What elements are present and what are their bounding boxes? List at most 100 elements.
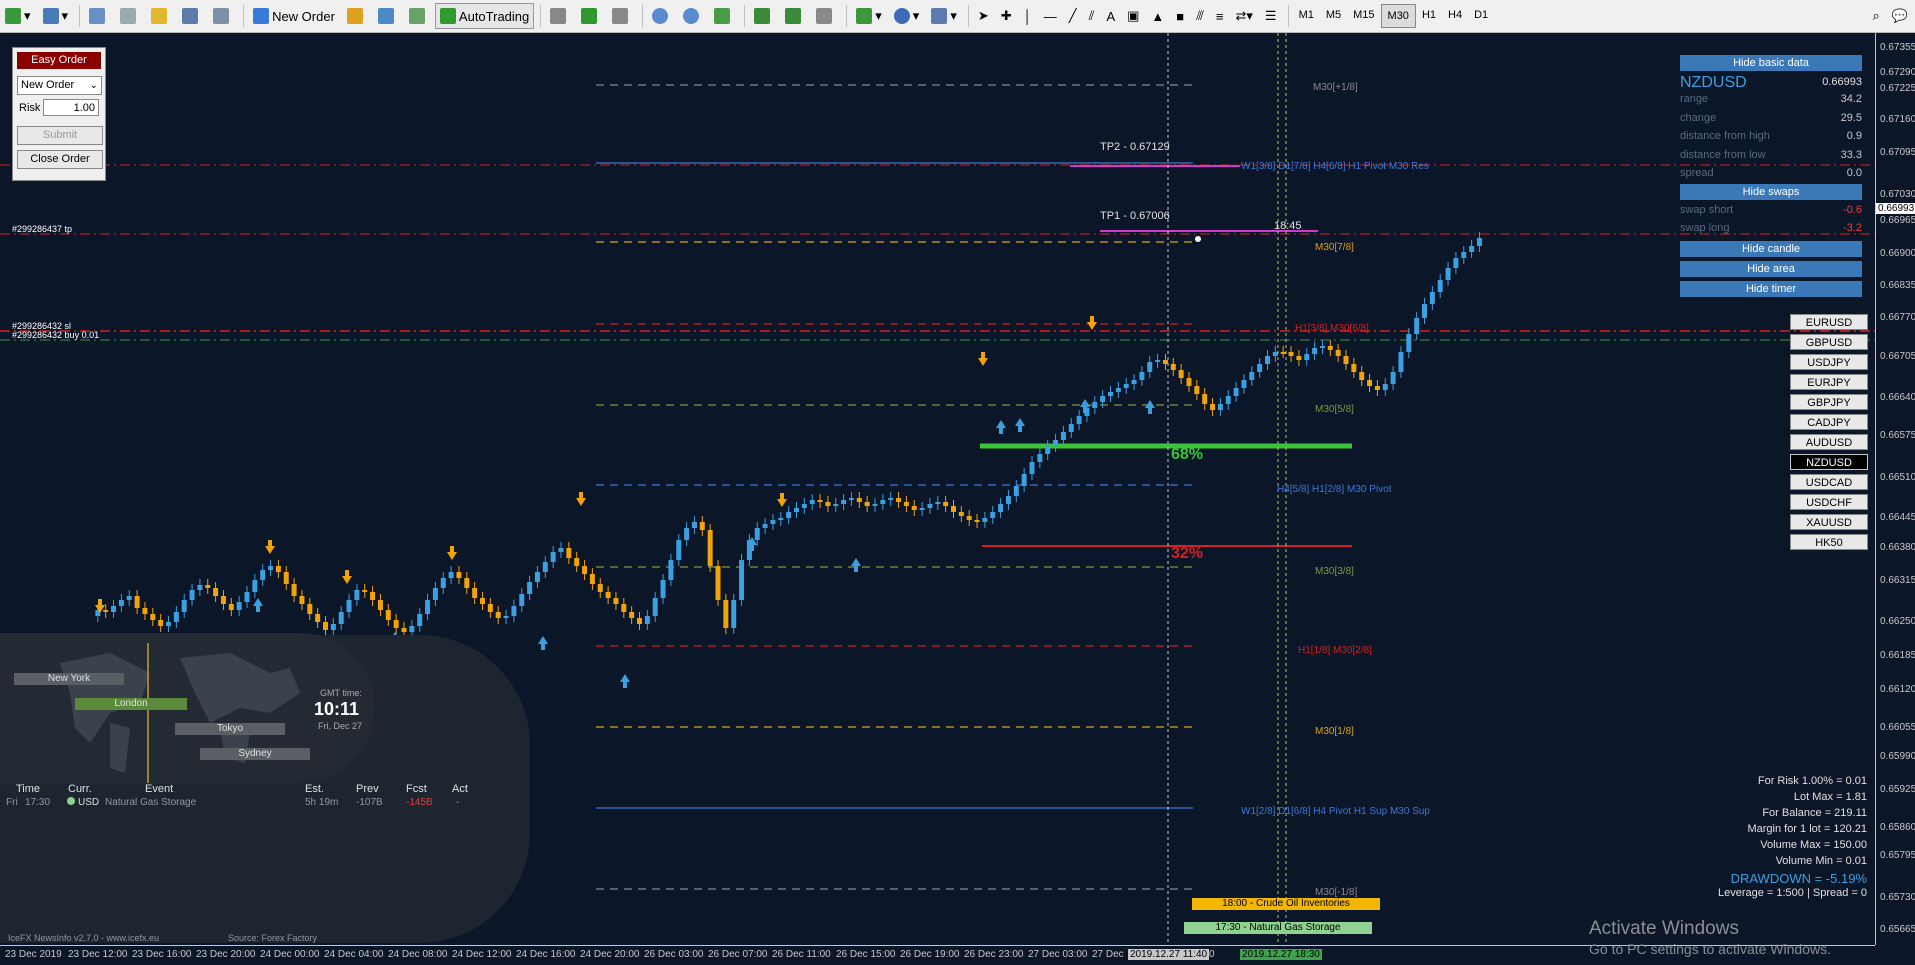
time-tick: 26 Dec 11:00 [772, 949, 831, 960]
chart-shift-button[interactable] [749, 3, 778, 29]
hide-area-button[interactable]: Hide area [1680, 261, 1862, 277]
favorites-button[interactable] [146, 3, 175, 29]
new-chart-button[interactable]: ▾ [0, 3, 36, 29]
channel-tool-button[interactable]: ⫽ [1084, 3, 1100, 29]
market-button[interactable] [404, 3, 433, 29]
text-tool-button[interactable]: A [1101, 3, 1120, 29]
expert-button[interactable] [342, 3, 371, 29]
candle-body [527, 582, 533, 594]
fibo-tool-button[interactable]: ⫻ [1191, 3, 1209, 29]
up-arrow-icon [253, 598, 263, 612]
price-tick: 0.67095 [1880, 147, 1915, 158]
more-tools-button[interactable]: ☰ [1260, 3, 1282, 29]
timeframe-d1[interactable]: D1 [1468, 4, 1494, 26]
swap-value: -3.2 [1843, 222, 1862, 234]
symbol-button-usdjpy[interactable]: USDJPY [1790, 354, 1868, 370]
candle-body [629, 612, 635, 618]
risk-input[interactable]: 1.00 [43, 99, 99, 116]
level-label: H1[3/8] M30[6/8] [1295, 323, 1369, 334]
symbol-button-cadjpy[interactable]: CADJPY [1790, 414, 1868, 430]
candle-body [1045, 446, 1051, 454]
symbol-button-nzdusd[interactable]: NZDUSD [1790, 454, 1868, 470]
submit-button[interactable]: Submit [17, 126, 103, 145]
candle-chart-button[interactable] [576, 3, 605, 29]
zoom-out-button[interactable] [678, 3, 707, 29]
gmt-label: GMT time: [320, 688, 362, 698]
symbol-button-eurjpy[interactable]: EURJPY [1790, 374, 1868, 390]
timeframe-m1[interactable]: M1 [1293, 4, 1320, 26]
price-tick: 0.66510 [1880, 472, 1915, 483]
chat-button[interactable]: 💬 [1887, 3, 1913, 29]
candle-body [1257, 364, 1263, 372]
timeframe-m15[interactable]: M15 [1347, 4, 1380, 26]
vline-tool-button[interactable]: │ [1019, 3, 1037, 29]
symbol-button-gbpjpy[interactable]: GBPJPY [1790, 394, 1868, 410]
hide-candle-button[interactable]: Hide candle [1680, 241, 1862, 257]
templates-button[interactable]: ▾ [926, 3, 962, 29]
signals-button[interactable] [373, 3, 402, 29]
symbol-button-eurusd[interactable]: EURUSD [1790, 314, 1868, 330]
timeframe-m5[interactable]: M5 [1320, 4, 1347, 26]
label-tool-button[interactable]: ▣ [1122, 3, 1144, 29]
indicators-button[interactable]: ▾ [851, 3, 887, 29]
symbol-button-usdcad[interactable]: USDCAD [1790, 474, 1868, 490]
symbol-button-usdchf[interactable]: USDCHF [1790, 494, 1868, 510]
symbol-button-gbpusd[interactable]: GBPUSD [1790, 334, 1868, 350]
periods-button[interactable]: ▾ [889, 3, 925, 29]
terminal-button[interactable] [177, 3, 206, 29]
fibo-retracement-button[interactable]: ≡ [1211, 3, 1229, 29]
tester-button[interactable] [208, 3, 237, 29]
search-button[interactable]: ⌕ [1868, 3, 1885, 29]
price-tick: 0.67160 [1880, 114, 1915, 125]
navigator-button[interactable] [115, 3, 144, 29]
basic-data-value: 29.5 [1840, 111, 1862, 124]
tile-windows-button[interactable] [709, 3, 738, 29]
star-icon [151, 8, 168, 24]
news-prev: -107B [356, 797, 383, 808]
candle-body [684, 528, 690, 540]
fibo-retracement-icon: ≡ [1215, 8, 1224, 24]
order-type-select[interactable]: New Order ⌄ [17, 76, 102, 95]
symbol-button-xauusd[interactable]: XAUUSD [1790, 514, 1868, 530]
profiles-button[interactable]: ▾ [38, 3, 74, 29]
hline-tool-button[interactable]: — [1039, 3, 1062, 29]
autotrading-button[interactable]: AutoTrading [434, 3, 535, 29]
more-tools-icon: ☰ [1264, 8, 1277, 23]
cursor-tool-button[interactable]: ➤ [973, 3, 994, 29]
gmt-time: 10:11 [314, 699, 360, 719]
new-order-button[interactable]: New Order [248, 3, 340, 29]
news-footer: IceFX NewsInfo v2.7.0 - www.icefx.eu [8, 933, 160, 943]
basic-data-row: range 34.2 [1680, 93, 1862, 105]
candle-body [1398, 352, 1404, 372]
hide-timer-button[interactable]: Hide timer [1680, 281, 1862, 297]
crosshair-tool-button[interactable]: ✚ [996, 3, 1017, 29]
bar-chart-button[interactable] [545, 3, 574, 29]
time-tick: 24 Dec 12:00 [452, 949, 512, 960]
trendline-tool-button[interactable]: ╱ [1064, 3, 1082, 29]
candle-body [574, 558, 580, 566]
candle-body [1162, 360, 1168, 364]
zoom-in-button[interactable] [647, 3, 676, 29]
triangle-tool-button[interactable]: ▲ [1146, 3, 1169, 29]
hide-basic-data-button[interactable]: Hide basic data [1680, 55, 1862, 71]
candle-body [362, 590, 368, 592]
symbol-button-hk50[interactable]: HK50 [1790, 534, 1868, 550]
hide-swaps-button[interactable]: Hide swaps [1680, 184, 1862, 200]
line-chart-button[interactable] [607, 3, 636, 29]
price-scale[interactable]: 0.67355 0.67290 0.67225 0.67160 0.67095 0.670… [1875, 33, 1915, 945]
market-watch-button[interactable] [84, 3, 113, 29]
symbol-button-audusd[interactable]: AUDUSD [1790, 434, 1868, 450]
grid-button[interactable] [811, 3, 840, 29]
autoscroll-button[interactable] [780, 3, 809, 29]
cursor-time-tail: 0 [1209, 949, 1215, 960]
arrows-tool-button[interactable]: ⇄▾ [1230, 3, 1257, 29]
candle-body [1445, 268, 1451, 280]
rectangle-tool-button[interactable]: ■ [1171, 3, 1189, 29]
timeframe-h1[interactable]: H1 [1416, 4, 1442, 26]
timeframe-h4[interactable]: H4 [1442, 4, 1468, 26]
timeframe-m30[interactable]: M30 [1380, 4, 1416, 28]
candle-body [480, 598, 485, 604]
price-tick: 0.66250 [1880, 616, 1915, 627]
close-order-button[interactable]: Close Order [17, 150, 103, 169]
candle-body [1382, 384, 1388, 390]
